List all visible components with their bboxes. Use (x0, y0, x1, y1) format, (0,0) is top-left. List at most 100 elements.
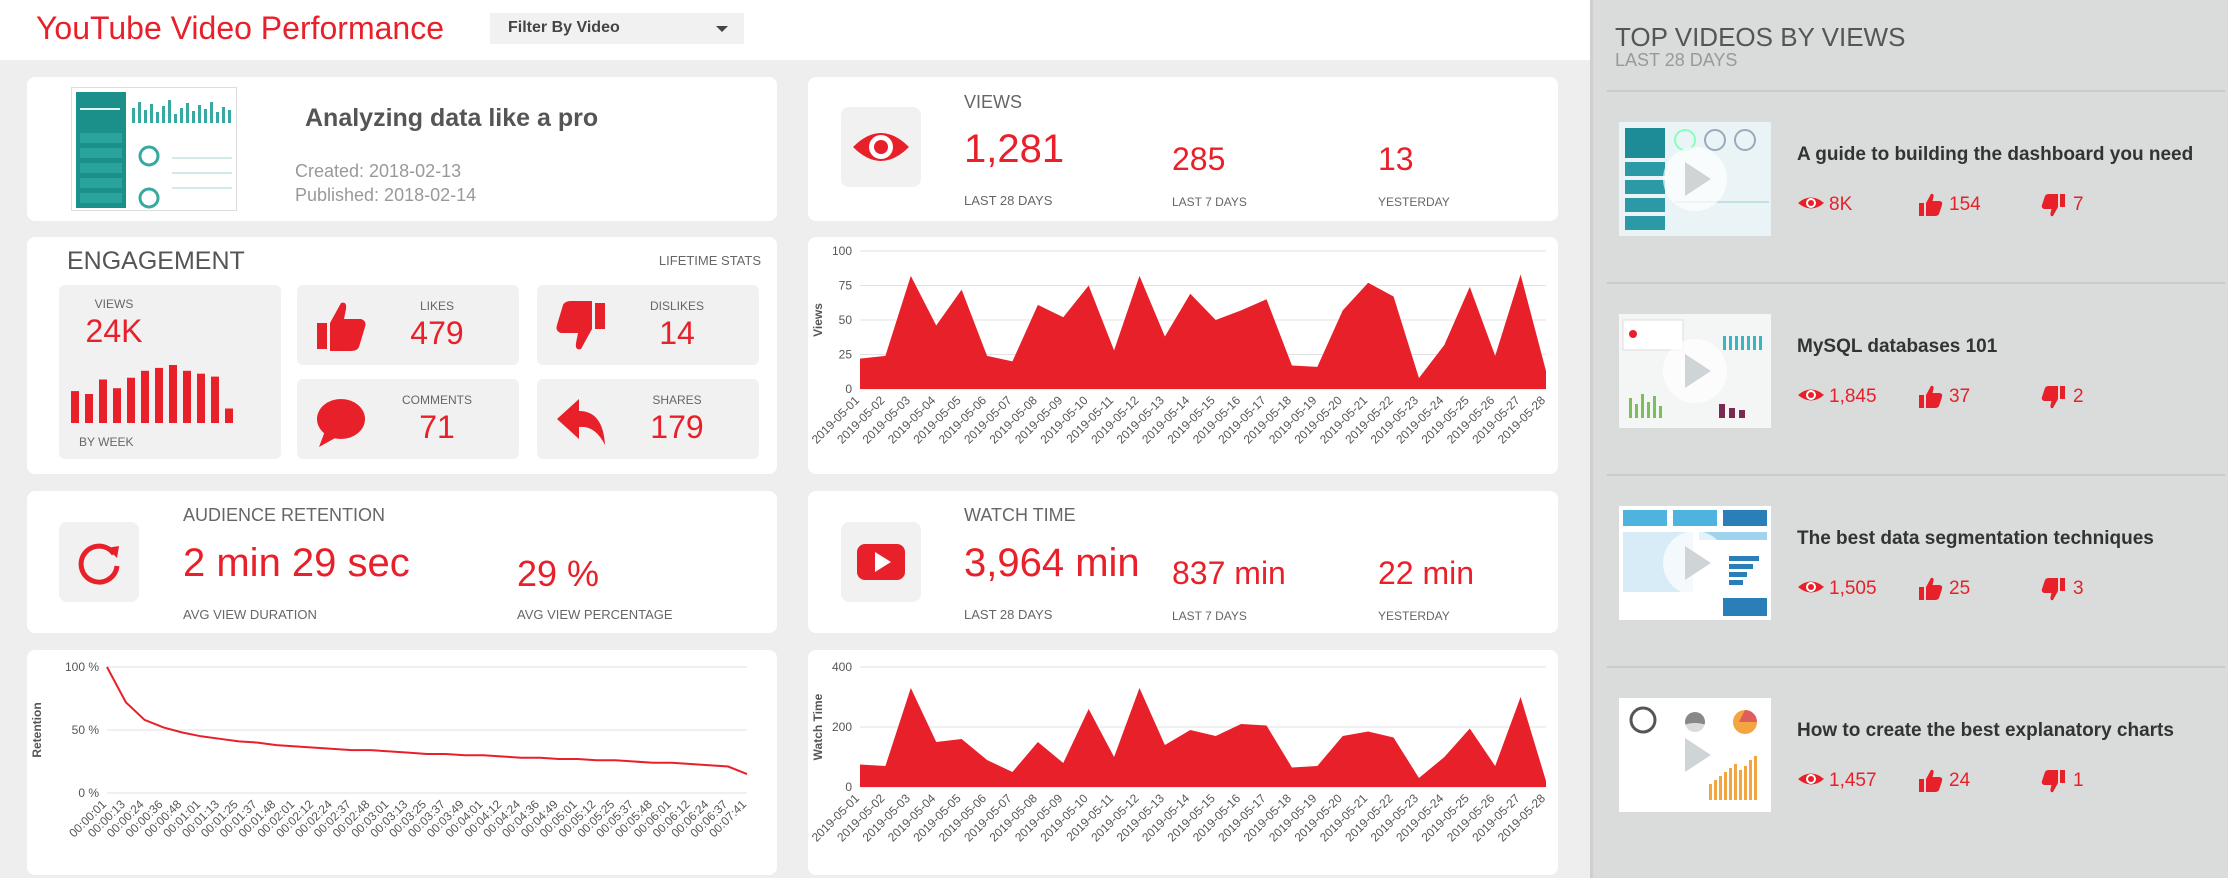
video-likes: 24 (1917, 768, 1997, 794)
video-views-value: 8K (1829, 194, 1853, 215)
retention-heading: AUDIENCE RETENTION (183, 505, 386, 525)
watch-last7-label: LAST 7 DAYS (1172, 609, 1247, 623)
thumbs-down-icon (2041, 386, 2065, 409)
dislikes-value: 14 (659, 315, 695, 351)
views-card: VIEWS 1,281 LAST 28 DAYS 285 LAST 7 DAYS… (808, 77, 1558, 221)
comment-icon (317, 399, 365, 447)
engagement-title: ENGAGEMENT (67, 247, 245, 275)
thumbs-down-icon (2041, 578, 2065, 601)
video-views-value: 1,457 (1829, 770, 1877, 791)
video-likes-value: 25 (1949, 578, 1971, 599)
views-yesterday-value: 13 (1378, 141, 1414, 177)
shares-tile: SHARES 179 (537, 379, 759, 459)
watch-time-icon-box (841, 522, 921, 602)
views-tile-label: VIEWS (94, 297, 134, 311)
video-views: 1,845 (1797, 384, 1897, 410)
thumbs-down-icon (2041, 194, 2065, 217)
refresh-icon (78, 543, 120, 585)
video-views-value: 1,505 (1829, 578, 1877, 599)
video-thumbnail[interactable] (1619, 122, 1771, 236)
video-likes-value: 37 (1949, 386, 1971, 407)
play-icon (1663, 723, 1727, 787)
video-likes: 154 (1917, 192, 1997, 218)
top-video-item[interactable]: How to create the best explanatory chart… (1607, 666, 2225, 858)
video-info-card: Analyzing data like a pro Created: 2018-… (27, 77, 777, 221)
dashboard-thumbnail-image (76, 92, 232, 209)
video-likes: 25 (1917, 576, 1997, 602)
views-yesterday-label: YESTERDAY (1378, 195, 1450, 209)
watch-last28-value: 3,964 min (964, 541, 1140, 585)
filter-by-video-dropdown[interactable]: Filter By Video (490, 13, 744, 44)
retention-line-chart: 0 %50 %100 %Retention00:00:0100:00:1300:… (30, 660, 749, 840)
y-tick-label: 200 (832, 720, 852, 734)
y-tick-label: 50 % (72, 723, 100, 737)
video-likes-value: 154 (1949, 194, 1981, 215)
video-title-link[interactable]: The best data segmentation techniques (1797, 528, 2154, 550)
watch-last7-value: 837 min (1172, 555, 1286, 591)
views-tile: VIEWS 24K BY WEEK (59, 285, 281, 459)
video-views: 1,505 (1797, 576, 1897, 602)
retention-chart-card: 0 % 50 % 100 % Retention 00:00:01 00:00:13 00:… (27, 650, 777, 875)
views-area-chart: 0255075100Views2019-05-012019-05-022019-… (809, 244, 1549, 447)
dislikes-label: DISLIKES (649, 299, 705, 313)
views-heading: VIEWS (964, 92, 1023, 112)
by-week-label: BY WEEK (79, 435, 134, 449)
shares-value: 179 (650, 409, 704, 445)
top-bar: YouTube Video Performance Filter By Vide… (0, 0, 1590, 60)
comments-tile: COMMENTS 71 (297, 379, 519, 459)
audience-retention-card: AUDIENCE RETENTION 2 min 29 sec AVG VIEW… (27, 491, 777, 633)
area-series (860, 688, 1546, 787)
weekly-bar (141, 370, 149, 423)
video-thumbnail[interactable] (1619, 314, 1771, 428)
chevron-down-icon (716, 26, 728, 32)
dislikes-tile: DISLIKES 14 (537, 285, 759, 365)
video-title-link[interactable]: How to create the best explanatory chart… (1797, 720, 2174, 742)
y-axis-label: Views (811, 303, 825, 337)
play-icon (1663, 531, 1727, 595)
created-date: Created: 2018-02-13 (295, 161, 462, 181)
filter-label: Filter By Video (508, 19, 620, 36)
video-title-link[interactable]: A guide to building the dashboard you ne… (1797, 144, 2193, 166)
weekly-bar (71, 391, 79, 423)
eye-icon (1798, 389, 1824, 401)
thumbs-up-icon (1919, 577, 1943, 600)
video-views: 8K (1797, 192, 1877, 218)
video-dislikes-value: 7 (2073, 194, 2084, 215)
line-series (106, 666, 748, 776)
app-title: YouTube Video Performance (36, 10, 444, 46)
eye-icon (853, 133, 909, 161)
youtube-play-icon (857, 544, 905, 580)
video-thumbnail[interactable] (1619, 506, 1771, 620)
watch-time-card: WATCH TIME 3,964 min LAST 28 DAYS 837 mi… (808, 491, 1558, 633)
views-tile-value: 24K (85, 313, 143, 349)
weekly-bar (113, 388, 121, 423)
engagement-card: ENGAGEMENT LIFETIME STATS VIEWS 24K BY W… (27, 237, 777, 474)
weekly-bar (169, 365, 177, 423)
video-likes: 37 (1917, 384, 1997, 410)
watch-yesterday-label: YESTERDAY (1378, 609, 1450, 623)
top-video-item[interactable]: MySQL databases 101 1,845 37 2 (1607, 282, 2225, 474)
views-chart-card: 0 25 50 75 100 Views 2019-05-01 2019-05-02 2019-… (808, 237, 1558, 474)
top-video-item[interactable]: The best data segmentation techniques 1,… (1607, 474, 2225, 666)
sidebar-subtitle: LAST 28 DAYS (1615, 50, 1738, 70)
video-thumbnail[interactable] (1619, 698, 1771, 812)
y-tick-label: 50 (839, 313, 853, 327)
video-views-value: 1,845 (1829, 386, 1877, 407)
y-axis-label: Watch Time (811, 693, 825, 760)
top-video-item[interactable]: A guide to building the dashboard you ne… (1607, 90, 2225, 282)
video-dislikes: 1 (2041, 768, 2121, 794)
y-tick-label: 100 (832, 244, 852, 258)
retention-icon-box (59, 522, 139, 602)
comments-label: COMMENTS (402, 393, 472, 407)
thumbs-down-icon (2041, 770, 2065, 793)
weekly-bar (99, 379, 107, 423)
y-tick-label: 75 (839, 279, 853, 293)
comments-value: 71 (419, 409, 455, 445)
top-videos-sidebar: TOP VIDEOS BY VIEWS LAST 28 DAYS A guide… (1590, 0, 2228, 878)
views-last7-label: LAST 7 DAYS (1172, 195, 1247, 209)
views-last28-value: 1,281 (964, 127, 1065, 171)
area-series (860, 274, 1546, 389)
video-title-link[interactable]: MySQL databases 101 (1797, 336, 1997, 358)
video-dislikes: 2 (2041, 384, 2121, 410)
engagement-subtitle: LIFETIME STATS (658, 253, 761, 268)
